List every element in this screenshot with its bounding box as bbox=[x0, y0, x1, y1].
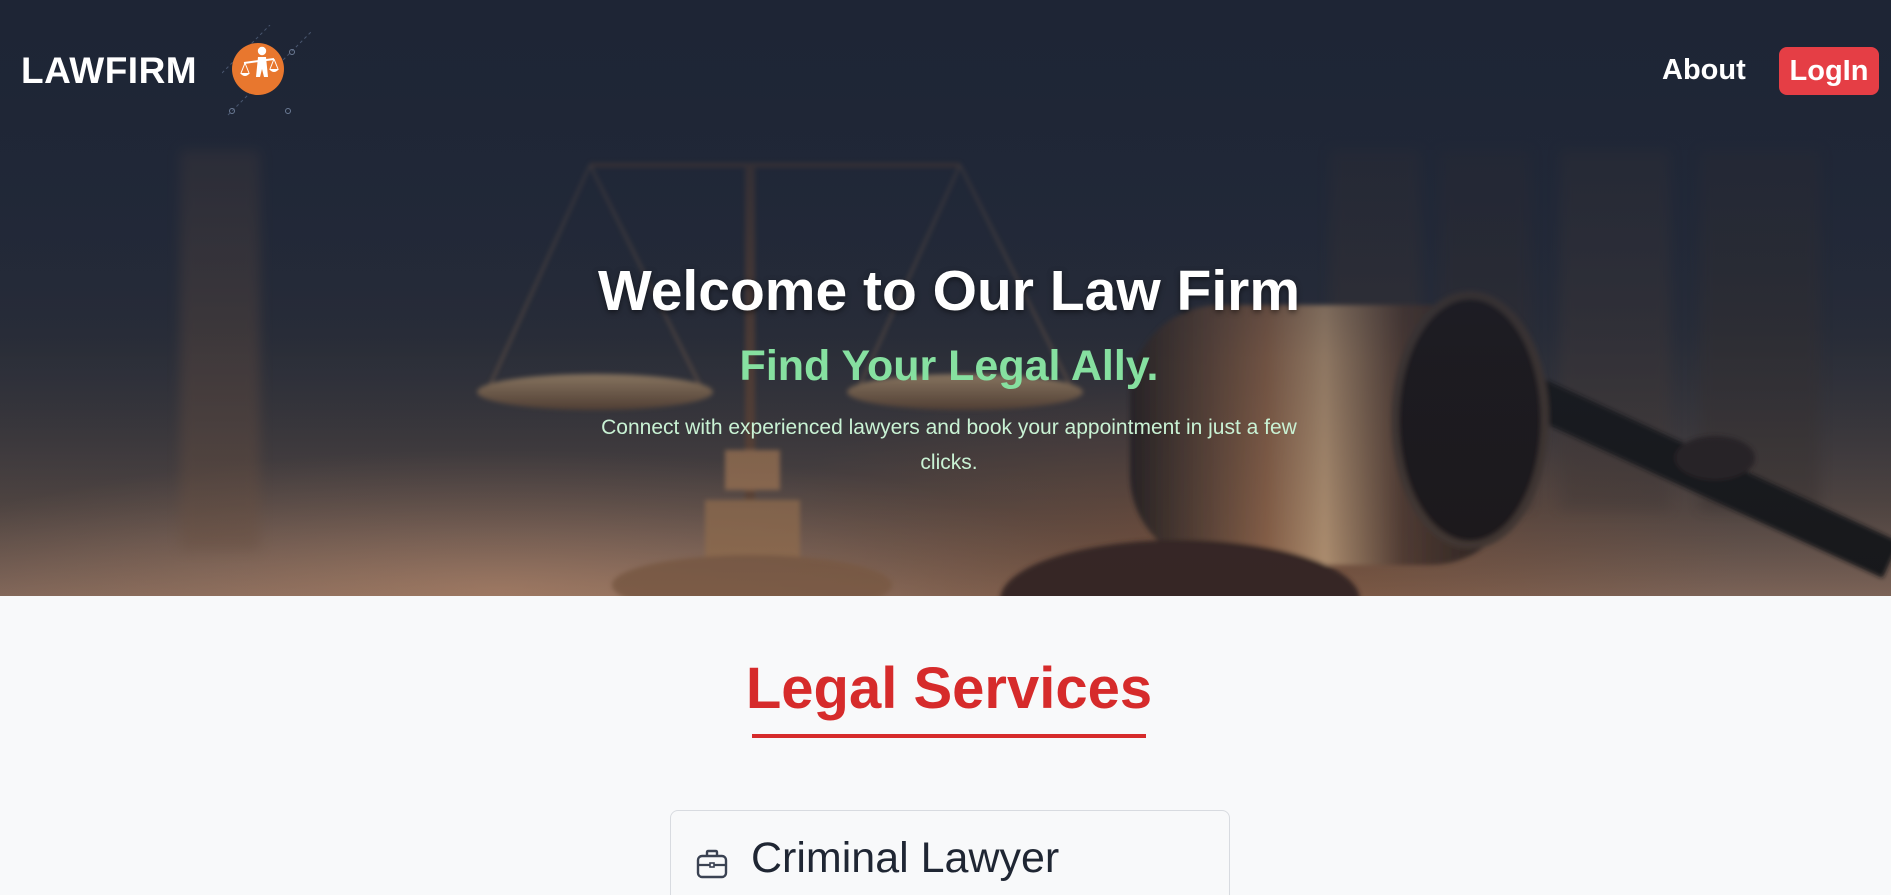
brand-name[interactable]: LAWFIRM bbox=[21, 50, 197, 92]
scales-of-justice-icon[interactable] bbox=[222, 25, 314, 117]
login-button[interactable]: LogIn bbox=[1779, 47, 1879, 95]
hero-title: Welcome to Our Law Firm bbox=[597, 259, 1301, 323]
hero-section: LAWFIRM About LogIn Welcome to Our Law F… bbox=[0, 0, 1891, 596]
top-nav: LAWFIRM About LogIn bbox=[0, 0, 1891, 145]
services-title: Legal Services bbox=[745, 656, 1153, 721]
service-card-criminal-lawyer[interactable]: Criminal Lawyer bbox=[670, 810, 1230, 895]
hero-subtitle: Find Your Legal Ally. bbox=[739, 342, 1159, 390]
nav-about-link[interactable]: About bbox=[1662, 54, 1746, 87]
hero-description: Connect with experienced lawyers and boo… bbox=[601, 416, 1297, 474]
services-title-underline bbox=[752, 734, 1146, 738]
page: LAWFIRM About LogIn Welcome to Our Law F… bbox=[0, 0, 1891, 895]
briefcase-icon bbox=[696, 849, 728, 879]
service-card-title: Criminal Lawyer bbox=[751, 834, 1060, 882]
